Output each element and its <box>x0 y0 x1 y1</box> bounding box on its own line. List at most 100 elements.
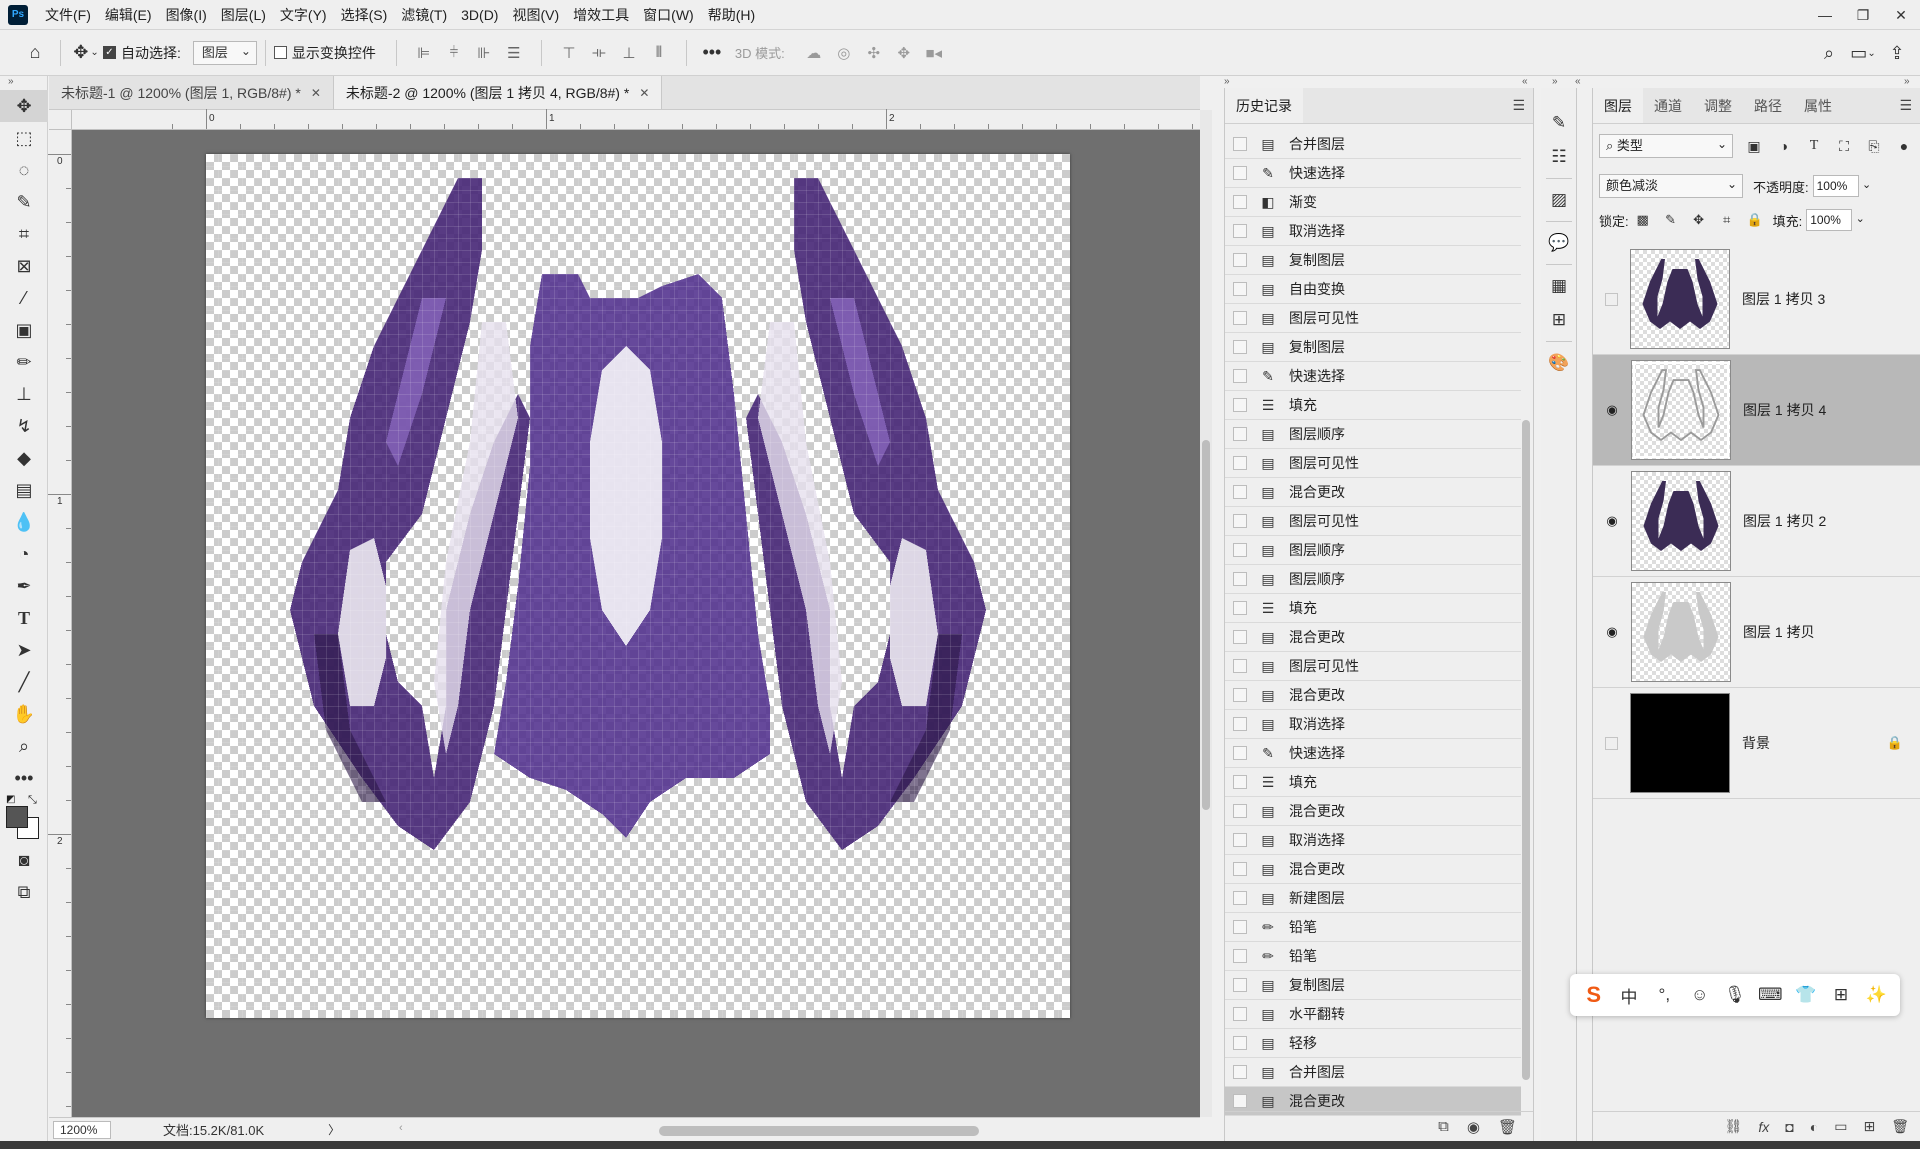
history-item[interactable]: ▤ 图层可见性 <box>1225 304 1521 333</box>
panel-collapse-icon[interactable]: » <box>1552 76 1558 88</box>
color-palette-icon[interactable]: 🎨 <box>1541 346 1577 380</box>
marquee-tool-icon[interactable]: ⬚ <box>0 122 48 154</box>
history-snapshot-checkbox[interactable] <box>1233 978 1247 992</box>
quick-selection-tool-icon[interactable]: ✎ <box>0 186 48 218</box>
settings-wand-icon[interactable]: ✨ <box>1861 985 1891 1005</box>
history-snapshot-checkbox[interactable] <box>1233 775 1247 789</box>
history-snapshot-checkbox[interactable] <box>1233 398 1247 412</box>
scrollbar-thumb[interactable] <box>1202 440 1210 810</box>
history-snapshot-checkbox[interactable] <box>1233 514 1247 528</box>
history-item[interactable]: ☰ 填充 <box>1225 594 1521 623</box>
panel-menu-icon[interactable]: ☰ <box>1512 97 1525 114</box>
history-item[interactable]: ✏ 铅笔 <box>1225 913 1521 942</box>
lock-artboard-icon[interactable]: ⌗ <box>1713 212 1741 228</box>
opacity-input[interactable]: 100% <box>1812 175 1859 197</box>
layer-name[interactable]: 图层 1 拷贝 2 <box>1743 511 1826 531</box>
history-snapshot-checkbox[interactable] <box>1233 601 1247 615</box>
scroll-left-icon[interactable]: ‹ <box>399 1122 403 1134</box>
horizontal-ruler[interactable]: 0 1 2 <box>72 109 1200 130</box>
layer-style-fx-icon[interactable]: fx <box>1758 1119 1769 1135</box>
panel-collapse-icon[interactable]: « <box>1522 76 1528 88</box>
ruler-corner[interactable] <box>49 110 72 130</box>
layer-thumbnail[interactable] <box>1631 582 1731 682</box>
tab-channels[interactable]: 通道 <box>1643 88 1693 123</box>
microphone-icon[interactable]: 🎙 <box>1720 985 1750 1005</box>
history-snapshot-checkbox[interactable] <box>1233 833 1247 847</box>
history-snapshot-checkbox[interactable] <box>1233 543 1247 557</box>
history-snapshot-checkbox[interactable] <box>1233 195 1247 209</box>
adjustment-layer-icon[interactable]: ◐ <box>1810 1119 1818 1135</box>
history-snapshot-checkbox[interactable] <box>1233 920 1247 934</box>
filter-pixel-icon[interactable]: ▣ <box>1739 138 1769 155</box>
show-transform-checkbox[interactable] <box>273 46 287 59</box>
3d-roll-icon[interactable]: ◎ <box>831 40 857 66</box>
layer-name[interactable]: 图层 1 拷贝 3 <box>1742 289 1825 309</box>
history-scrollbar[interactable] <box>1521 130 1531 1090</box>
new-layer-icon[interactable]: ⊞ <box>1863 1118 1875 1135</box>
canvas-horizontal-scrollbar[interactable]: ‹ › <box>399 1122 1249 1136</box>
lock-image-icon[interactable]: ✎ <box>1657 212 1685 228</box>
history-snapshot-checkbox[interactable] <box>1233 862 1247 876</box>
tab-document-2[interactable]: 未标题-2 @ 1200% (图层 1 拷贝 4, RGB/8#) * ✕ <box>333 76 663 109</box>
tab-adjustments[interactable]: 调整 <box>1693 88 1743 123</box>
history-item[interactable]: ▤ 图层顺序 <box>1225 420 1521 449</box>
tab-layers[interactable]: 图层 <box>1593 88 1643 123</box>
history-snapshot-checkbox[interactable] <box>1233 804 1247 818</box>
filter-adjustment-icon[interactable]: ◑ <box>1769 138 1799 154</box>
frame-tool-icon[interactable]: ⊠ <box>0 250 48 282</box>
glyphs-grid-icon[interactable]: ▦ <box>1541 269 1577 303</box>
link-layers-icon[interactable]: ⛓ <box>1725 1118 1743 1135</box>
history-snapshot-checkbox[interactable] <box>1233 717 1247 731</box>
close-icon[interactable]: ✕ <box>311 86 321 100</box>
history-snapshot-checkbox[interactable] <box>1233 688 1247 702</box>
eye-icon[interactable]: ◉ <box>1593 400 1631 420</box>
align-bottom-icon[interactable]: ⊥ <box>616 40 642 66</box>
history-snapshot-checkbox[interactable] <box>1233 427 1247 441</box>
filter-smart-object-icon[interactable]: ⎘ <box>1859 138 1889 155</box>
history-snapshot-checkbox[interactable] <box>1233 1065 1247 1079</box>
restore-icon[interactable]: ❐ <box>1844 0 1882 30</box>
eyedropper-tool-icon[interactable]: ⁄ <box>0 282 48 314</box>
history-snapshot-checkbox[interactable] <box>1233 949 1247 963</box>
line-tool-icon[interactable]: ╱ <box>0 666 48 698</box>
scrollbar-thumb[interactable] <box>659 1126 979 1136</box>
history-item[interactable]: ✎ 快速选择 <box>1225 362 1521 391</box>
canvas-vertical-scrollbar[interactable] <box>1200 110 1212 1117</box>
history-snapshot-checkbox[interactable] <box>1233 224 1247 238</box>
menu-3d[interactable]: 3D(D) <box>454 0 505 30</box>
quick-mask-icon[interactable]: ◙ <box>0 844 48 876</box>
menu-edit[interactable]: 编辑(E) <box>98 0 159 30</box>
status-menu-arrow[interactable]: 〉 <box>328 1121 340 1138</box>
tab-document-1[interactable]: 未标题-1 @ 1200% (图层 1, RGB/8#) * ✕ <box>49 76 334 109</box>
default-colors-icon[interactable]: ◩ <box>6 794 15 805</box>
3d-camera-icon[interactable]: ■◂ <box>921 40 947 66</box>
edit-toolbar-icon[interactable]: ••• <box>0 762 48 794</box>
layer-name[interactable]: 背景 <box>1742 733 1770 753</box>
panel-menu-icon[interactable]: ☰ <box>1899 97 1912 114</box>
history-item[interactable]: ✎ 快速选择 <box>1225 739 1521 768</box>
history-item[interactable]: ▤ 混合更改 <box>1225 623 1521 652</box>
menu-view[interactable]: 视图(V) <box>505 0 566 30</box>
canvas-area[interactable] <box>72 130 1200 1117</box>
history-snapshot-checkbox[interactable] <box>1233 572 1247 586</box>
eye-icon[interactable]: ◉ <box>1593 622 1631 642</box>
workspace-icon[interactable]: ▭ ⌄ <box>1846 37 1880 69</box>
history-item[interactable]: ▤ 取消选择 <box>1225 710 1521 739</box>
menu-window[interactable]: 窗口(W) <box>636 0 701 30</box>
align-top-icon[interactable]: ⊤ <box>556 40 582 66</box>
history-item[interactable]: ▤ 合并图层 <box>1225 1058 1521 1087</box>
menu-type[interactable]: 文字(Y) <box>273 0 334 30</box>
layer-thumbnail[interactable] <box>1630 249 1730 349</box>
tab-properties[interactable]: 属性 <box>1793 88 1843 123</box>
screen-mode-icon[interactable]: ⧉ <box>0 876 48 908</box>
add-mask-icon[interactable]: ◘ <box>1785 1119 1793 1135</box>
tab-history[interactable]: 历史记录 <box>1225 88 1303 123</box>
ime-language-toggle[interactable]: 中 <box>1614 983 1644 1008</box>
blur-tool-icon[interactable]: 💧 <box>0 506 48 538</box>
history-item[interactable]: ▤ 自由变换 <box>1225 275 1521 304</box>
more-options-icon[interactable]: ••• <box>695 37 729 69</box>
history-brush-tool-icon[interactable]: ↯ <box>0 410 48 442</box>
align-right-icon[interactable]: ⊪ <box>471 40 497 66</box>
healing-brush-tool-icon[interactable]: ▣ <box>0 314 48 346</box>
filter-shape-icon[interactable]: ⛶ <box>1829 138 1859 155</box>
